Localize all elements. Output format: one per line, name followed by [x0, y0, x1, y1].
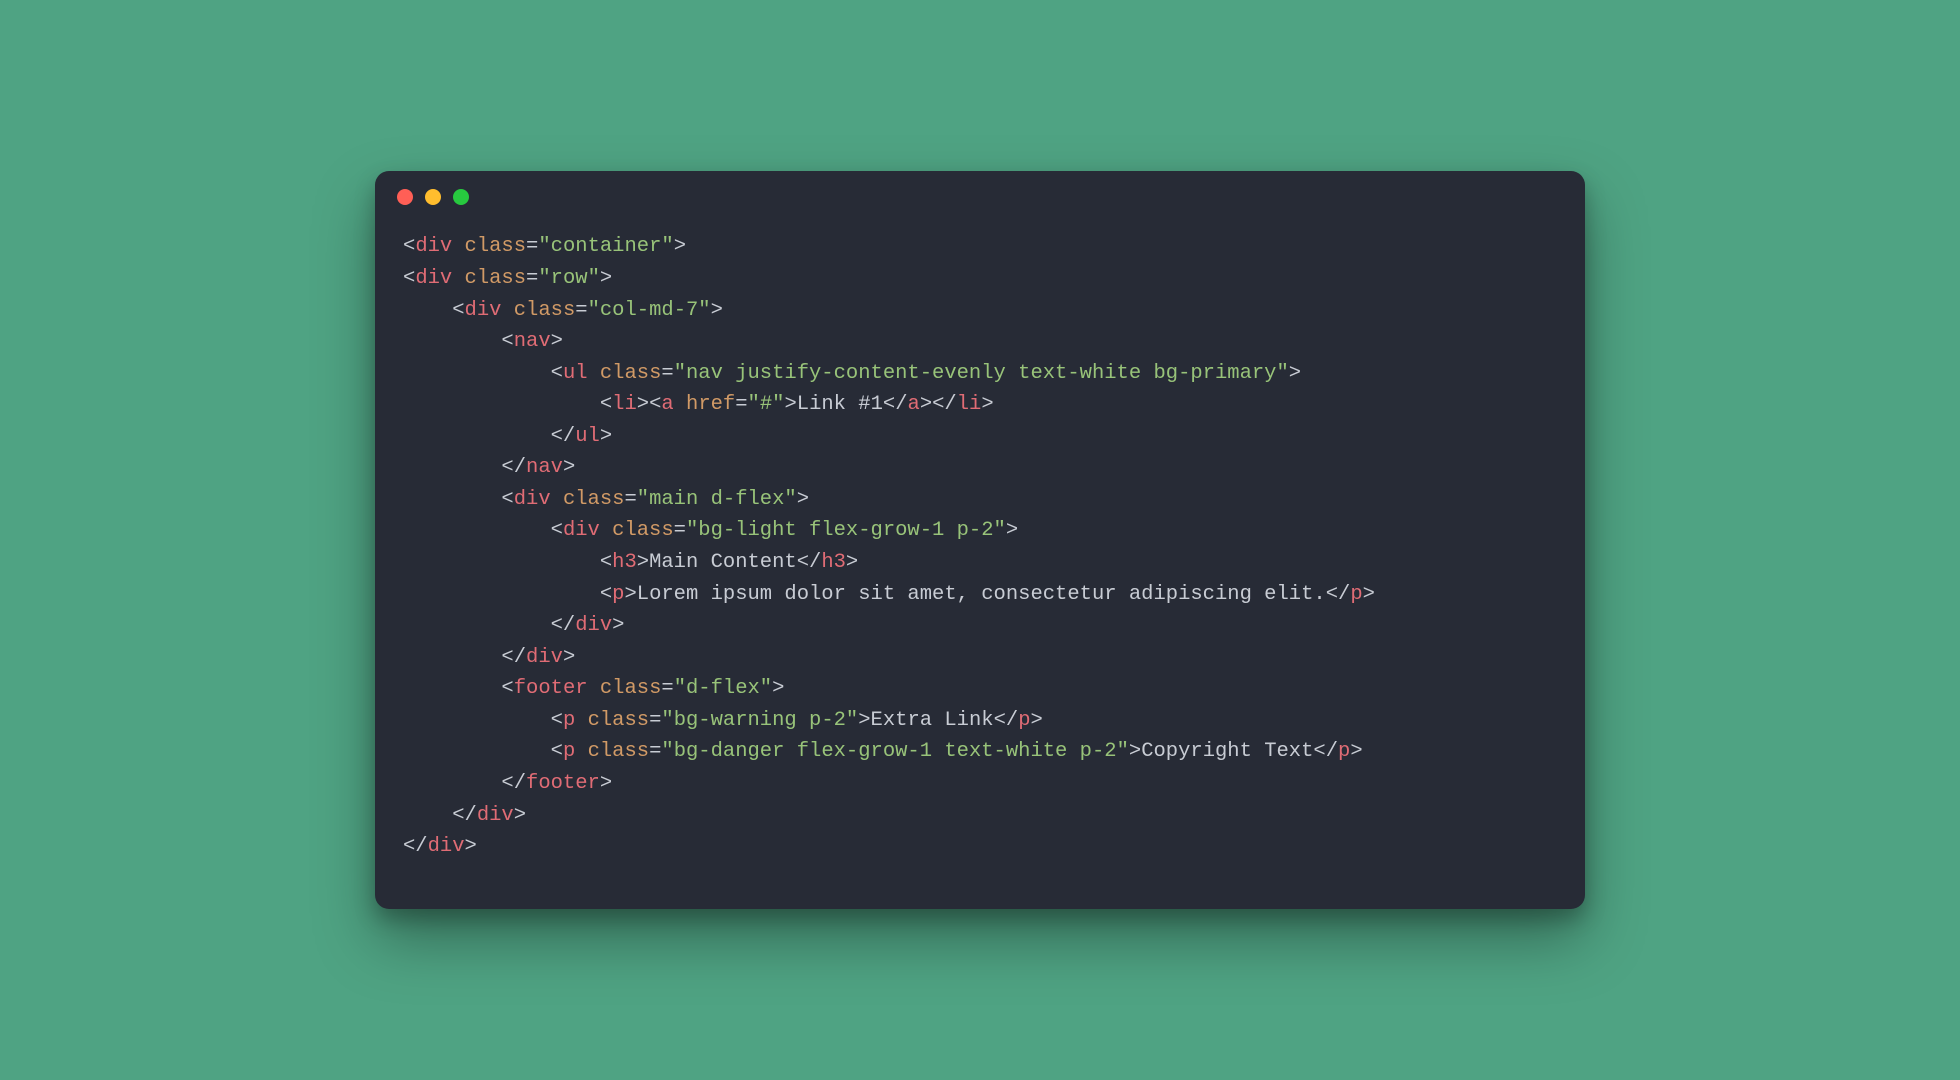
- code-line: <div class="row">: [403, 263, 1557, 295]
- window-minimize-icon[interactable]: [425, 189, 441, 205]
- code-line: <div class="bg-light flex-grow-1 p-2">: [403, 515, 1557, 547]
- code-line: <li><a href="#">Link #1</a></li>: [403, 389, 1557, 421]
- code-line: </nav>: [403, 452, 1557, 484]
- code-line: </div>: [403, 831, 1557, 863]
- code-line: </div>: [403, 610, 1557, 642]
- code-line: <div class="col-md-7">: [403, 295, 1557, 327]
- code-line: <div class="container">: [403, 231, 1557, 263]
- window-close-icon[interactable]: [397, 189, 413, 205]
- code-line: </div>: [403, 800, 1557, 832]
- code-line: <div class="main d-flex">: [403, 484, 1557, 516]
- code-line: </ul>: [403, 421, 1557, 453]
- code-block: <div class="container"><div class="row">…: [375, 223, 1585, 908]
- code-line: <p class="bg-warning p-2">Extra Link</p>: [403, 705, 1557, 737]
- window-titlebar: [375, 171, 1585, 223]
- window-zoom-icon[interactable]: [453, 189, 469, 205]
- code-line: <nav>: [403, 326, 1557, 358]
- code-window: <div class="container"><div class="row">…: [375, 171, 1585, 908]
- code-line: <footer class="d-flex">: [403, 673, 1557, 705]
- code-line: <p class="bg-danger flex-grow-1 text-whi…: [403, 736, 1557, 768]
- code-line: <h3>Main Content</h3>: [403, 547, 1557, 579]
- code-line: </div>: [403, 642, 1557, 674]
- code-line: </footer>: [403, 768, 1557, 800]
- code-line: <ul class="nav justify-content-evenly te…: [403, 358, 1557, 390]
- code-line: <p>Lorem ipsum dolor sit amet, consectet…: [403, 579, 1557, 611]
